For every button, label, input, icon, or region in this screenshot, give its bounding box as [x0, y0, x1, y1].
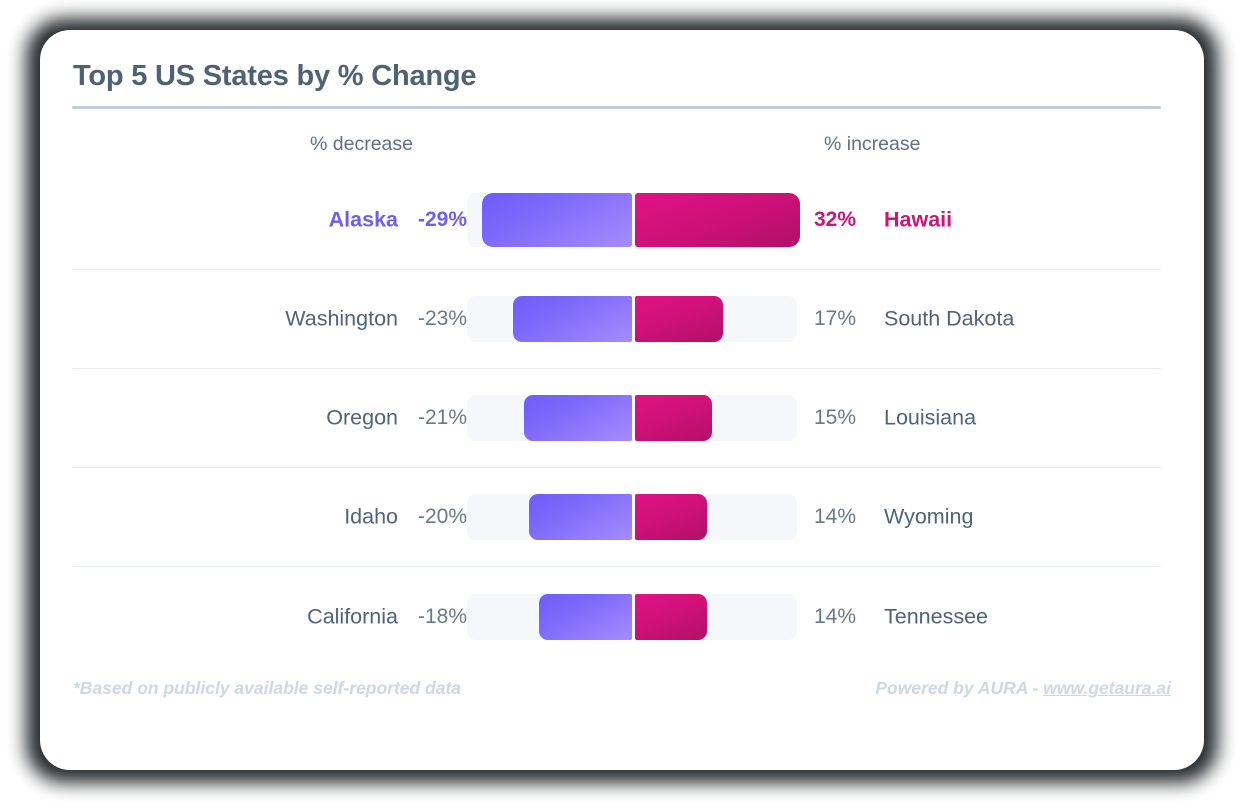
state-label-increase: Tennessee — [884, 604, 988, 628]
state-label-increase: Louisiana — [884, 405, 977, 430]
table-row: Washington -23% 17% South Dakota — [72, 270, 1161, 369]
percent-decrease: -18% — [417, 604, 467, 628]
bar-decrease — [513, 296, 632, 342]
percent-increase: 15% — [814, 406, 857, 429]
bar-increase — [635, 296, 723, 342]
bar-track — [467, 296, 797, 342]
percent-decrease: -23% — [417, 307, 467, 330]
state-label-decrease: California — [307, 604, 398, 628]
bar-increase — [635, 494, 707, 540]
bar-increase — [635, 395, 712, 441]
state-label-decrease: Oregon — [326, 405, 398, 430]
bar-decrease — [524, 395, 632, 441]
powered-by: Powered by AURA - www.getaura.ai — [875, 678, 1171, 699]
state-label-decrease: Washington — [285, 306, 398, 331]
percent-increase: 14% — [814, 505, 857, 528]
state-label-decrease: Alaska — [328, 207, 398, 232]
state-label-increase: Hawaii — [884, 207, 953, 232]
bar-increase — [635, 193, 800, 247]
bar-decrease — [529, 494, 632, 540]
bar-decrease — [539, 593, 632, 640]
percent-decrease: -20% — [417, 505, 467, 528]
screenshot-frame: Top 5 US States by % Change % decrease %… — [0, 0, 1244, 808]
bar-track — [467, 395, 797, 441]
percent-decrease: -21% — [417, 406, 467, 429]
column-header-increase: % increase — [824, 133, 921, 155]
percent-increase: 14% — [814, 604, 857, 628]
table-row: Oregon -21% 15% Louisiana — [72, 369, 1161, 468]
percent-increase: 17% — [814, 307, 857, 330]
state-label-decrease: Idaho — [344, 504, 398, 529]
chart-card: Top 5 US States by % Change % decrease %… — [40, 30, 1204, 770]
table-row: Idaho -20% 14% Wyoming — [72, 468, 1161, 567]
state-label-increase: Wyoming — [884, 504, 974, 529]
bar-decrease — [482, 193, 632, 247]
column-header-decrease: % decrease — [310, 133, 413, 155]
chart-rows: Alaska -29% 32% Hawaii Washington -23% 17% Sout… — [72, 171, 1172, 666]
title-divider — [72, 106, 1161, 109]
bar-track — [467, 593, 797, 640]
column-headers: % decrease % increase — [72, 119, 1172, 171]
percent-decrease: -29% — [417, 208, 467, 231]
card-footer: *Based on publicly available self-report… — [72, 678, 1172, 712]
aura-website-link[interactable]: www.getaura.ai — [1043, 678, 1171, 698]
bar-increase — [635, 593, 707, 640]
bar-track — [467, 494, 797, 540]
bar-track — [467, 193, 800, 247]
footnote-text: *Based on publicly available self-report… — [73, 678, 462, 698]
powered-by-label: Powered by AURA - — [875, 678, 1044, 698]
card-content: Top 5 US States by % Change % decrease %… — [72, 60, 1172, 666]
table-row: Alaska -29% 32% Hawaii — [72, 171, 1161, 270]
page-title: Top 5 US States by % Change — [73, 60, 477, 92]
state-label-increase: South Dakota — [884, 306, 1015, 331]
percent-increase: 32% — [814, 208, 857, 231]
table-row: California -18% 14% Tennessee — [72, 567, 1161, 666]
